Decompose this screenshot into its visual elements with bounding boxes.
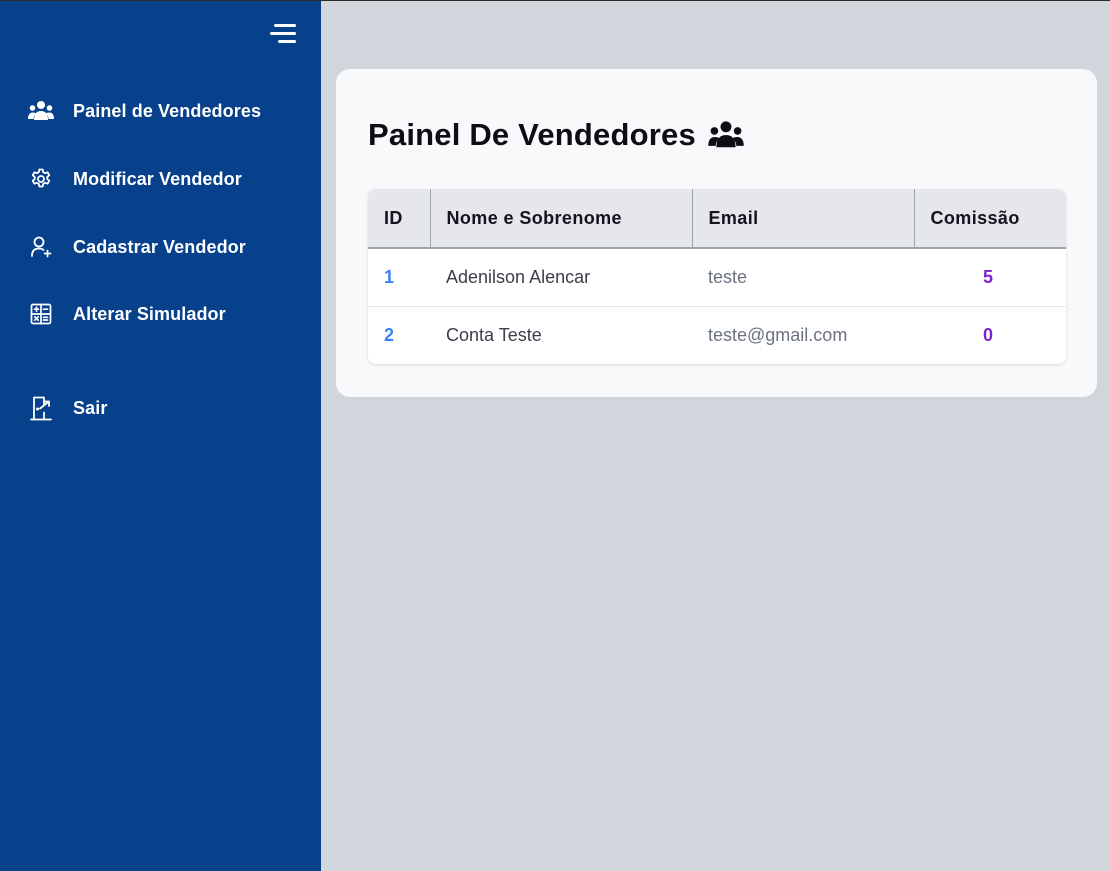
sidebar-item-label: Sair (73, 397, 108, 418)
sidebar-item-painel-vendedores[interactable]: Painel de Vendedores (26, 94, 306, 128)
cell-name: Conta Teste (430, 305, 692, 364)
sidebar-item-label: Alterar Simulador (73, 303, 226, 324)
cell-commission: 5 (982, 266, 993, 287)
users-icon (26, 96, 56, 126)
page-title-row: Painel De Vendedores (368, 117, 744, 153)
sidebar-item-cadastrar-vendedor[interactable]: Cadastrar Vendedor (26, 230, 306, 264)
cell-email: teste@gmail.com (692, 305, 914, 364)
column-header-commission[interactable]: Comissão (913, 189, 1066, 249)
sidebar-item-label: Painel de Vendedores (73, 100, 262, 121)
sidebar-item-label: Cadastrar Vendedor (73, 236, 246, 257)
sidebar-item-alterar-simulador[interactable]: Alterar Simulador (26, 297, 306, 331)
sidebar: Painel de Vendedores Modificar Vendedor … (0, 1, 321, 871)
cell-email: teste (708, 266, 748, 287)
table-row[interactable]: 2 Conta Teste teste@gmail.com 0 (368, 305, 1066, 364)
cell-commission: 0 (914, 305, 1066, 364)
sellers-table: ID Nome e Sobrenome Email Comissão 1 Ade… (368, 189, 1066, 364)
cell-id: 1 (384, 266, 395, 287)
sidebar-item-label: Modificar Vendedor (73, 168, 242, 189)
sidebar-item-sair[interactable]: Sair (26, 391, 306, 425)
user-plus-icon (26, 232, 56, 262)
gear-icon (26, 164, 56, 194)
calculator-icon (26, 299, 56, 329)
table-row[interactable]: 1 Adenilson Alencar teste 5 (368, 248, 1066, 306)
sidebar-item-modificar-vendedor[interactable]: Modificar Vendedor (26, 162, 306, 196)
hamburger-menu-icon[interactable] (268, 21, 298, 47)
sellers-panel-card: Painel De Vendedores ID Nome e Sobrenome (336, 69, 1097, 397)
column-header-email[interactable]: Email (691, 189, 914, 249)
cell-id: 2 (368, 305, 430, 364)
users-icon (708, 120, 744, 150)
cell-name: Adenilson Alencar (446, 266, 591, 287)
column-header-id[interactable]: ID (368, 189, 430, 249)
page-title: Painel De Vendedores (368, 117, 696, 152)
logout-door-icon (26, 393, 56, 423)
column-header-name[interactable]: Nome e Sobrenome (429, 189, 692, 249)
table-header-row: ID Nome e Sobrenome Email Comissão (368, 189, 1066, 249)
